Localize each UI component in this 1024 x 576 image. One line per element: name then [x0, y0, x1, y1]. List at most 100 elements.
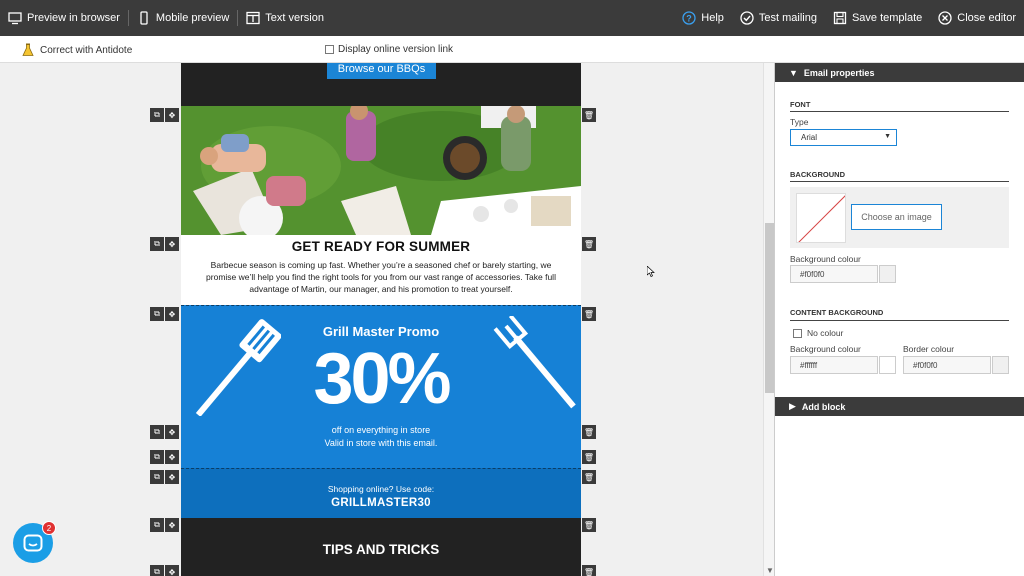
flask-icon: [22, 43, 34, 56]
border-colour-swatch[interactable]: [992, 356, 1009, 374]
email-properties-label: Email properties: [803, 67, 875, 78]
caret-right-icon: ▶: [789, 401, 796, 411]
chat-icon: [23, 534, 43, 552]
border-colour-input[interactable]: #f0f0f0: [903, 356, 991, 374]
promo-code-block[interactable]: Shopping online? Use code: GRILLMASTER30: [181, 468, 581, 518]
background-section-title: BACKGROUND: [790, 170, 845, 179]
copy-block-icon[interactable]: ⧉: [150, 565, 164, 576]
promo-code-value: GRILLMASTER30: [331, 497, 431, 509]
close-editor-label: Close editor: [957, 12, 1016, 24]
copy-block-icon[interactable]: ⧉: [150, 518, 164, 532]
copy-block-icon[interactable]: ⧉: [150, 450, 164, 464]
promo-block[interactable]: Grill Master Promo 30% off on everything…: [181, 305, 581, 468]
tips-title: TIPS AND TRICKS: [322, 542, 440, 557]
delete-block-icon[interactable]: 🗑: [582, 565, 596, 576]
delete-block-icon[interactable]: 🗑: [582, 237, 596, 251]
copy-block-icon[interactable]: ⧉: [150, 237, 164, 251]
delete-block-icon[interactable]: 🗑: [582, 450, 596, 464]
help-label: Help: [701, 12, 724, 24]
copy-block-icon[interactable]: ⧉: [150, 425, 164, 439]
svg-text:?: ?: [687, 13, 693, 23]
scroll-down-icon[interactable]: ▼: [766, 566, 774, 575]
block-controls: ⧉ ✥: [150, 450, 179, 464]
promo-line-2: Valid in store with this email.: [324, 438, 438, 448]
content-bg-section-title: CONTENT BACKGROUND: [790, 308, 884, 317]
move-block-icon[interactable]: ✥: [165, 450, 179, 464]
delete-block-icon[interactable]: 🗑: [582, 307, 596, 321]
delete-block-icon[interactable]: 🗑: [582, 518, 596, 532]
tips-block[interactable]: TIPS AND TRICKS: [181, 518, 581, 576]
add-block-header[interactable]: ▶ Add block: [775, 397, 1024, 416]
save-template-button[interactable]: Save template: [825, 0, 930, 36]
delete-block-icon[interactable]: 🗑: [582, 470, 596, 484]
properties-panel: ▼ Email properties FONT Type Arial ▼ BAC…: [774, 63, 1024, 576]
move-block-icon[interactable]: ✥: [165, 108, 179, 122]
move-block-icon[interactable]: ✥: [165, 518, 179, 532]
block-controls: ⧉ ✥: [150, 565, 179, 576]
font-section-title: FONT: [790, 100, 811, 109]
bg-colour-input[interactable]: #f0f0f0: [790, 265, 878, 283]
save-icon: [833, 11, 847, 25]
email-header-block[interactable]: Browse our BBQs: [181, 63, 581, 106]
test-mailing-button[interactable]: Test mailing: [732, 0, 825, 36]
move-block-icon[interactable]: ✥: [165, 565, 179, 576]
delete-block-icon[interactable]: 🗑: [582, 108, 596, 122]
background-image-preview: [796, 193, 846, 243]
block-controls: ⧉ ✥: [150, 470, 179, 484]
move-block-icon[interactable]: ✥: [165, 307, 179, 321]
content-bg-swatch[interactable]: [879, 356, 896, 374]
save-template-label: Save template: [851, 12, 923, 24]
summer-text-block[interactable]: GET READY FOR SUMMER Barbecue season is …: [181, 235, 581, 305]
delete-block-icon[interactable]: 🗑: [582, 425, 596, 439]
online-version-toggle[interactable]: Display online version link: [325, 44, 453, 55]
canvas-scroll-thumb[interactable]: [765, 223, 774, 393]
promo-code-intro: Shopping online? Use code:: [327, 484, 435, 494]
online-version-checkbox[interactable]: [325, 45, 334, 54]
add-block-label: Add block: [801, 401, 846, 412]
antidote-label: Correct with Antidote: [40, 44, 133, 56]
text-version-icon: [246, 11, 260, 25]
bg-colour-label: Background colour: [790, 254, 861, 264]
no-colour-label: No colour: [807, 328, 844, 338]
bbq-party-photo[interactable]: [181, 106, 581, 235]
text-version-button[interactable]: Text version: [238, 0, 332, 36]
no-colour-toggle[interactable]: No colour: [793, 328, 843, 338]
preview-browser-label: Preview in browser: [27, 12, 120, 24]
toolbar-right-group: ? Help Test mailing Save template Close …: [674, 0, 1024, 36]
chat-notification-badge: 2: [42, 521, 56, 535]
antidote-button[interactable]: Correct with Antidote: [22, 43, 132, 57]
copy-block-icon[interactable]: ⧉: [150, 470, 164, 484]
preview-browser-button[interactable]: Preview in browser: [0, 0, 128, 36]
move-block-icon[interactable]: ✥: [165, 470, 179, 484]
mouse-cursor-icon: [647, 266, 655, 277]
copy-block-icon[interactable]: ⧉: [150, 108, 164, 122]
block-controls: ⧉ ✥: [150, 108, 179, 122]
content-bg-input[interactable]: #ffffff: [790, 356, 878, 374]
monitor-icon: [8, 12, 22, 25]
online-version-label: Display online version link: [338, 44, 454, 55]
select-arrow-icon: ▼: [884, 133, 891, 140]
font-type-select[interactable]: Arial ▼: [790, 129, 897, 146]
email-properties-header[interactable]: ▼ Email properties: [775, 63, 1024, 82]
mobile-preview-button[interactable]: Mobile preview: [129, 0, 237, 36]
check-circle-icon: [740, 11, 754, 25]
block-controls: ⧉ ✥: [150, 237, 179, 251]
no-colour-checkbox[interactable]: [793, 328, 802, 338]
move-block-icon[interactable]: ✥: [165, 425, 179, 439]
content-bg-label: Background colour: [790, 344, 861, 354]
border-colour-label: Border colour: [903, 344, 955, 354]
browse-bbqs-button[interactable]: Browse our BBQs: [327, 63, 436, 79]
choose-image-button[interactable]: Choose an image: [851, 204, 942, 230]
move-block-icon[interactable]: ✥: [165, 237, 179, 251]
close-editor-button[interactable]: Close editor: [930, 0, 1024, 36]
divider: [790, 320, 1009, 321]
promo-line-1: off on everything in store: [331, 425, 431, 435]
bg-colour-swatch[interactable]: [879, 265, 896, 283]
test-mailing-label: Test mailing: [758, 12, 817, 24]
help-button[interactable]: ? Help: [674, 0, 732, 36]
editor-canvas: Browse our BBQs GET READY FOR SUMMER Bar…: [0, 63, 763, 576]
mobile-preview-label: Mobile preview: [155, 12, 230, 24]
canvas-scrollbar[interactable]: ▼: [763, 63, 774, 576]
email-preview: Browse our BBQs GET READY FOR SUMMER Bar…: [181, 63, 581, 576]
copy-block-icon[interactable]: ⧉: [150, 307, 164, 321]
